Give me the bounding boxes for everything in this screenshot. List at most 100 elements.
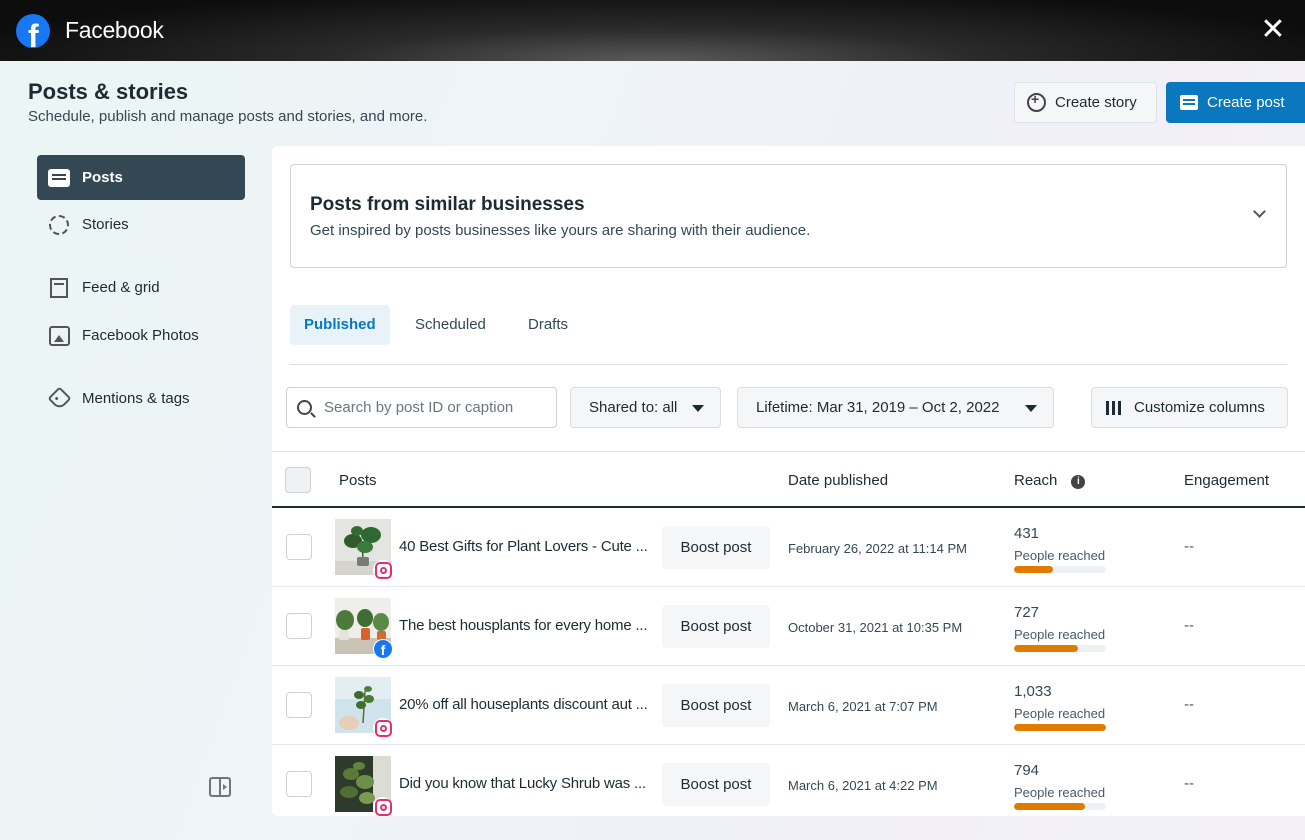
- sidebar-item-label: Mentions & tags: [82, 390, 190, 407]
- sidebar-item-facebook-photos[interactable]: Facebook Photos: [37, 313, 245, 358]
- row-checkbox[interactable]: [286, 771, 312, 797]
- boost-post-button[interactable]: Boost post: [662, 763, 770, 806]
- feed-grid-icon: [47, 276, 71, 300]
- instagram-icon: [373, 797, 393, 817]
- column-engagement[interactable]: Engagement: [1184, 472, 1269, 489]
- shared-to-dropdown[interactable]: Shared to: all: [570, 387, 721, 428]
- sidebar-item-feed-grid[interactable]: Feed & grid: [37, 265, 245, 310]
- reach-label: People reached: [1014, 548, 1106, 563]
- collapse-sidebar-icon[interactable]: [209, 777, 231, 797]
- engagement-value: --: [1184, 775, 1194, 792]
- post-date: February 26, 2022 at 11:14 PM: [788, 541, 967, 556]
- reach-count: 1,033: [1014, 683, 1052, 700]
- app-body: Posts & stories Schedule, publish and ma…: [0, 61, 1305, 840]
- similar-businesses-title: Posts from similar businesses: [310, 194, 585, 215]
- reach-label: People reached: [1014, 785, 1106, 800]
- row-checkbox[interactable]: [286, 534, 312, 560]
- columns-icon: [1106, 400, 1124, 415]
- photos-icon: [47, 324, 71, 348]
- create-story-button[interactable]: Create story: [1014, 82, 1157, 123]
- instagram-icon: [373, 718, 393, 738]
- post-caption[interactable]: 40 Best Gifts for Plant Lovers - Cute ..…: [399, 538, 649, 555]
- engagement-value: --: [1184, 617, 1194, 634]
- shared-to-label: Shared to: all: [589, 399, 678, 416]
- caret-down-icon: [692, 405, 704, 412]
- column-date-published[interactable]: Date published: [788, 472, 888, 489]
- reach-count: 794: [1014, 762, 1040, 779]
- reach-bar: [1014, 566, 1106, 573]
- app-title: Facebook: [65, 17, 164, 43]
- sidebar-item-label: Posts: [82, 169, 123, 186]
- reach-bar-fill: [1014, 803, 1085, 810]
- search-icon: [297, 400, 312, 415]
- reach-count: 727: [1014, 604, 1040, 621]
- tab-published[interactable]: Published: [290, 305, 390, 345]
- table-row[interactable]: Did you know that Lucky Shrub was ... Bo…: [272, 745, 1305, 824]
- caret-down-icon: [1025, 405, 1037, 412]
- table-row[interactable]: f The best housplants for every home ...…: [272, 587, 1305, 666]
- sidebar-item-mentions-tags[interactable]: Mentions & tags: [37, 376, 245, 421]
- reach-bar: [1014, 724, 1106, 731]
- reach-bar-fill: [1014, 645, 1079, 652]
- reach-bar-fill: [1014, 724, 1106, 731]
- column-reach[interactable]: Reach i: [1014, 472, 1086, 489]
- row-checkbox[interactable]: [286, 613, 312, 639]
- main-panel: Posts from similar businesses Get inspir…: [272, 146, 1305, 817]
- select-all-checkbox[interactable]: [285, 467, 311, 493]
- table-row[interactable]: 40 Best Gifts for Plant Lovers - Cute ..…: [272, 508, 1305, 587]
- post-date: March 6, 2021 at 7:07 PM: [788, 699, 938, 714]
- create-post-button[interactable]: Create post: [1166, 82, 1305, 123]
- reach-bar: [1014, 645, 1106, 652]
- close-icon[interactable]: ✕: [1259, 15, 1287, 45]
- facebook-logo-icon: f: [16, 14, 50, 48]
- sidebar-item-label: Facebook Photos: [82, 327, 199, 344]
- add-story-icon: [1027, 91, 1046, 112]
- search-box[interactable]: [286, 387, 557, 428]
- tab-drafts[interactable]: Drafts: [514, 305, 582, 345]
- instagram-icon: [373, 560, 393, 580]
- row-checkbox[interactable]: [286, 692, 312, 718]
- tag-icon: [46, 386, 72, 411]
- table-header: Posts Date published Reach i Engagement: [272, 451, 1305, 508]
- sidebar-nav: Posts Stories Feed & grid Facebook Photo…: [37, 155, 245, 421]
- window-titlebar: f Facebook ✕: [0, 0, 1305, 61]
- info-icon[interactable]: i: [1071, 475, 1086, 489]
- customize-columns-button[interactable]: Customize columns: [1091, 387, 1288, 428]
- search-input[interactable]: [324, 399, 539, 416]
- compose-post-icon: [1180, 95, 1198, 110]
- post-caption[interactable]: 20% off all houseplants discount aut ...: [399, 696, 649, 713]
- create-post-label: Create post: [1207, 94, 1285, 111]
- sidebar-item-posts[interactable]: Posts: [37, 155, 245, 200]
- stories-icon: [47, 213, 71, 237]
- table-row[interactable]: 20% off all houseplants discount aut ...…: [272, 666, 1305, 745]
- sidebar-item-label: Feed & grid: [82, 279, 160, 296]
- similar-businesses-subtitle: Get inspired by posts businesses like yo…: [310, 222, 811, 239]
- column-reach-label: Reach: [1014, 472, 1058, 489]
- boost-post-button[interactable]: Boost post: [662, 684, 770, 727]
- engagement-value: --: [1184, 696, 1194, 713]
- sidebar-item-stories[interactable]: Stories: [37, 202, 245, 247]
- post-date: October 31, 2021 at 10:35 PM: [788, 620, 963, 635]
- post-caption[interactable]: The best housplants for every home ...: [399, 617, 649, 634]
- similar-businesses-card[interactable]: Posts from similar businesses Get inspir…: [290, 164, 1287, 268]
- facebook-icon: f: [373, 639, 393, 659]
- reach-bar-fill: [1014, 566, 1053, 573]
- date-range-label: Lifetime: Mar 31, 2019 – Oct 2, 2022: [756, 399, 1000, 416]
- date-range-dropdown[interactable]: Lifetime: Mar 31, 2019 – Oct 2, 2022: [737, 387, 1054, 428]
- page-title: Posts & stories: [28, 79, 189, 104]
- reach-label: People reached: [1014, 706, 1106, 721]
- column-posts[interactable]: Posts: [339, 472, 377, 489]
- posts-icon: [47, 166, 71, 190]
- engagement-value: --: [1184, 538, 1194, 555]
- tab-scheduled[interactable]: Scheduled: [401, 305, 500, 345]
- post-caption[interactable]: Did you know that Lucky Shrub was ...: [399, 775, 649, 792]
- post-status-tabs: Published Scheduled Drafts: [290, 305, 1287, 365]
- boost-post-button[interactable]: Boost post: [662, 526, 770, 569]
- sidebar-item-label: Stories: [82, 216, 129, 233]
- page-subtitle: Schedule, publish and manage posts and s…: [28, 108, 428, 125]
- reach-bar: [1014, 803, 1106, 810]
- chevron-down-icon[interactable]: [1253, 205, 1266, 218]
- reach-label: People reached: [1014, 627, 1106, 642]
- create-story-label: Create story: [1055, 94, 1137, 111]
- boost-post-button[interactable]: Boost post: [662, 605, 770, 648]
